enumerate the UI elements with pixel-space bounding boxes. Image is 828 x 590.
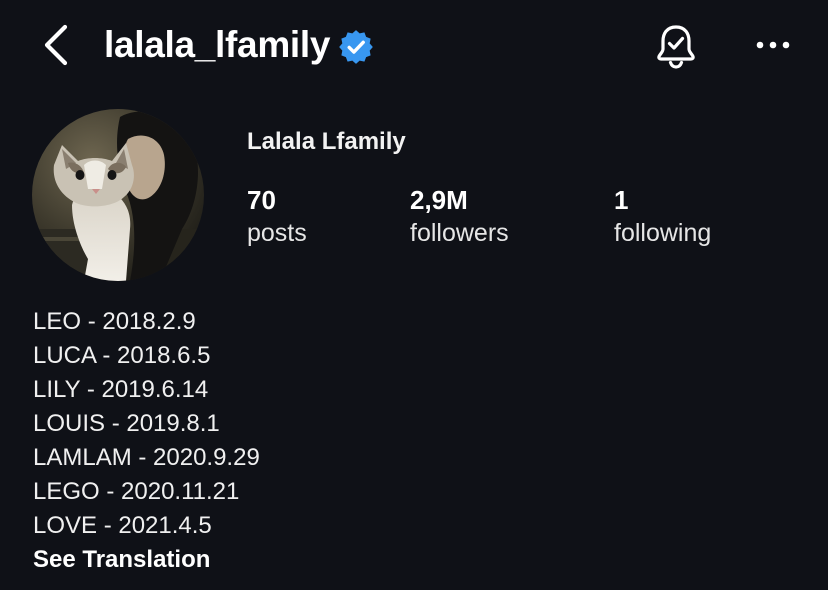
back-button[interactable] [36,22,76,68]
bio-line: LEO - 2018.2.9 [33,308,196,335]
verified-badge-icon [339,29,374,64]
posts-label: posts [247,219,307,247]
display-name: Lalala Lfamily [247,128,406,155]
profile-avatar[interactable] [32,109,204,281]
bio-line: LILY - 2019.6.14 [33,376,209,403]
bio: LEO - 2018.2.9 LUCA - 2018.6.5 LILY - 20… [33,305,260,577]
profile-header: lalala_lfamily [0,0,828,92]
followers-count[interactable]: 2,9M followers [410,184,509,249]
bio-line: LOVE - 2021.4.5 [33,512,212,539]
profile-photo [32,109,204,281]
bio-line: LUCA - 2018.6.5 [33,342,211,369]
bell-check-icon [657,25,695,69]
posts-value: 70 [247,185,276,215]
more-horizontal-icon [756,41,790,49]
more-options-button[interactable] [748,28,798,62]
username: lalala_lfamily [104,24,331,65]
following-value: 1 [614,185,629,215]
username-container: lalala_lfamily [104,22,374,68]
bio-line: LEGO - 2020.11.21 [33,478,240,505]
notifications-button[interactable] [652,22,700,70]
see-translation-link[interactable]: See Translation [33,543,260,577]
chevron-left-icon [44,24,68,66]
bio-line: LAMLAM - 2020.9.29 [33,444,260,471]
bio-line: LOUIS - 2019.8.1 [33,410,220,437]
followers-value: 2,9M [410,185,468,215]
followers-label: followers [410,219,509,247]
following-count[interactable]: 1 following [614,184,711,249]
posts-count[interactable]: 70 posts [247,184,307,249]
following-label: following [614,219,712,247]
